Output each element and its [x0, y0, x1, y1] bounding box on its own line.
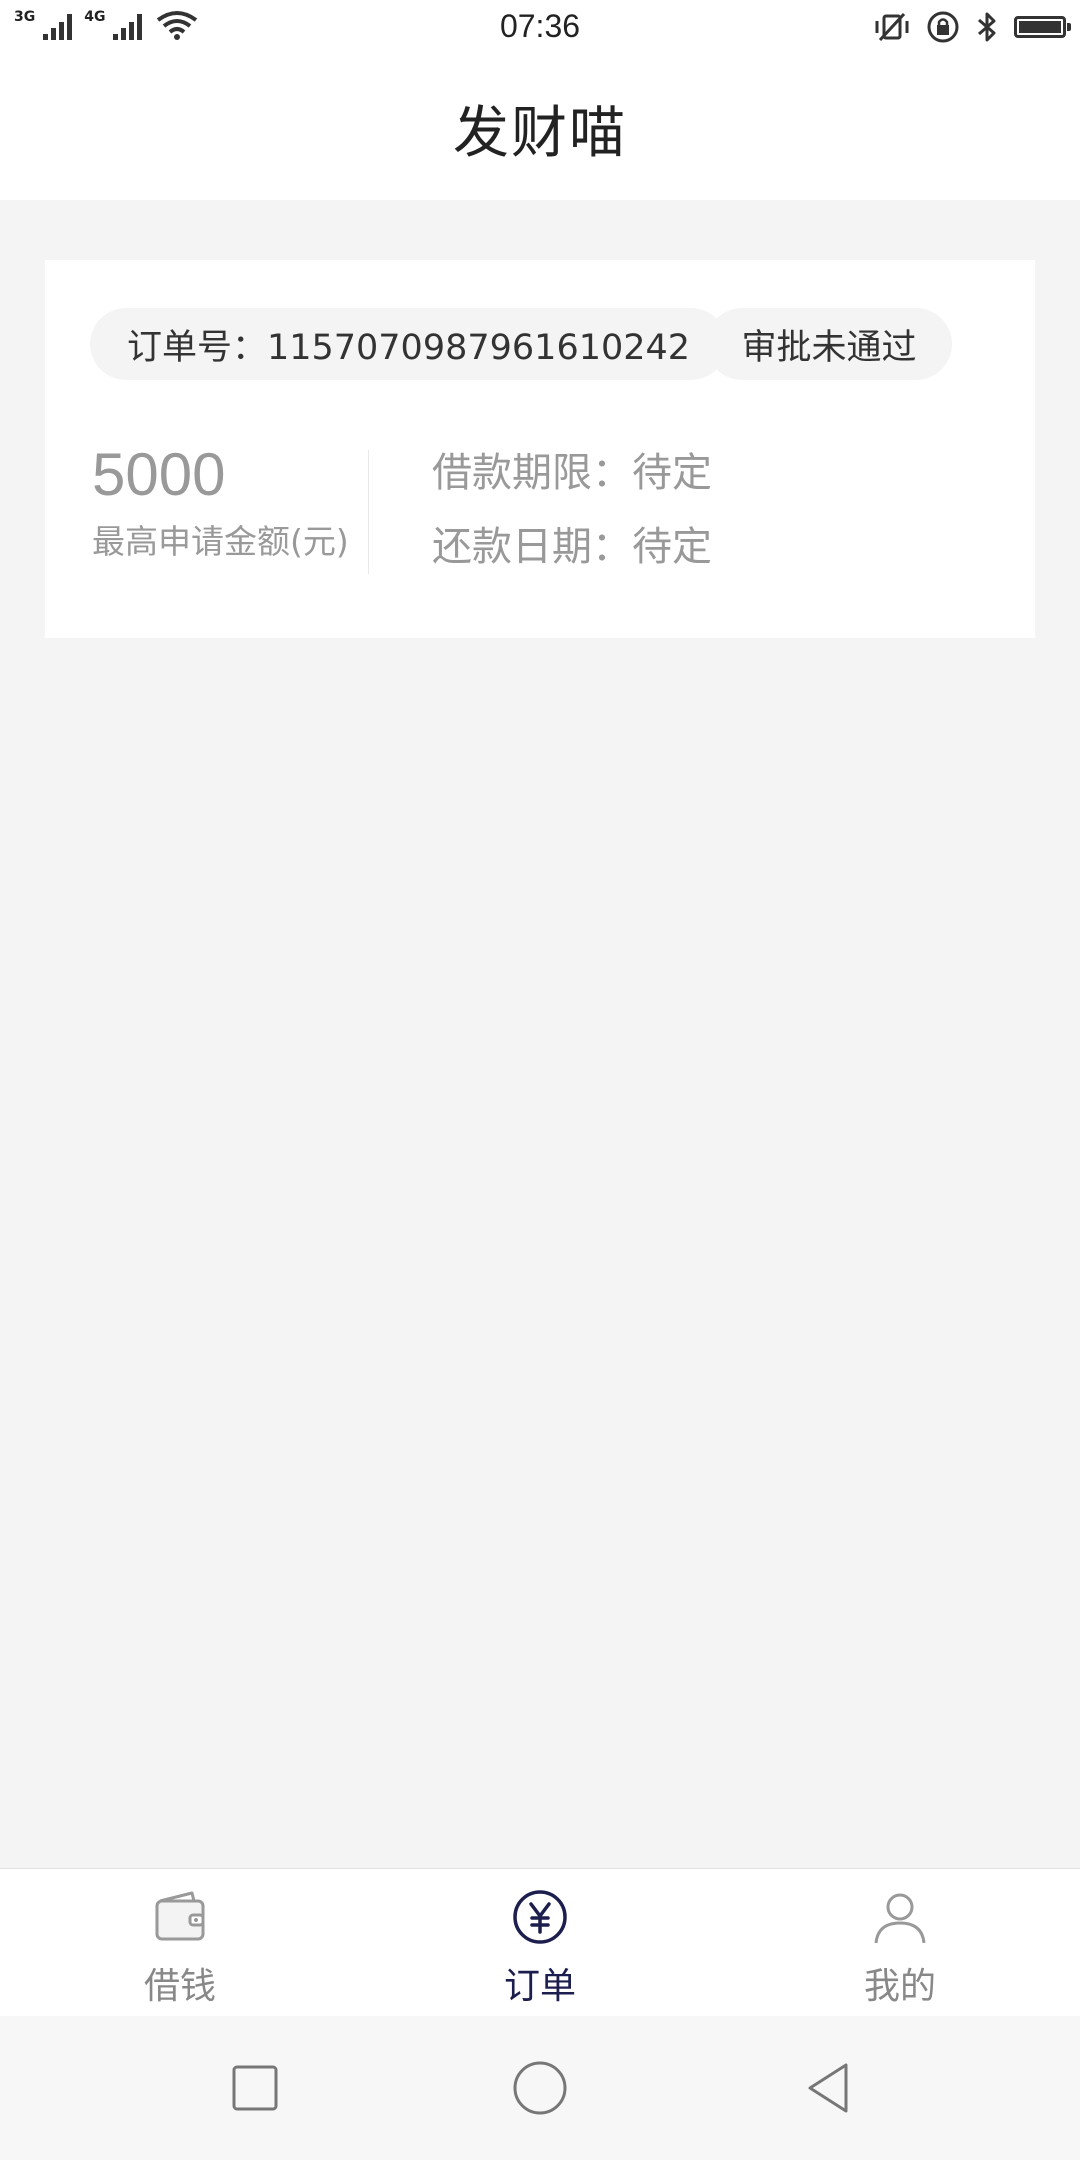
- battery-icon: [1014, 16, 1071, 38]
- repay-date: 还款日期：待定: [432, 524, 712, 570]
- vertical-divider: [368, 450, 369, 574]
- amount-block: 5000 最高申请金额(元): [92, 440, 357, 562]
- home-icon[interactable]: [510, 2058, 570, 2118]
- system-nav-bar: [0, 2016, 1080, 2160]
- order-number-text: 订单号：1157070987961610242: [126, 327, 691, 368]
- amount-label: 最高申请金额(元): [92, 522, 349, 561]
- recent-apps-icon[interactable]: [225, 2058, 285, 2118]
- order-card[interactable]: 订单号：1157070987961610242 审批未通过 5000 最高申请金…: [45, 260, 1035, 638]
- loan-term: 借款期限：待定: [432, 450, 712, 496]
- rotation-lock-icon: [927, 11, 959, 43]
- tab-mine[interactable]: 我的: [720, 1869, 1080, 2017]
- status-bar: 3G 4G 07:36: [0, 0, 1080, 56]
- yuan-circle-icon: [513, 1890, 567, 1944]
- wallet-icon: [155, 1891, 205, 1941]
- bluetooth-icon: [978, 12, 996, 42]
- app-screen: 3G 4G 07:36 发财喵 订单号：1157070987961610242 …: [0, 0, 1080, 2160]
- person-icon: [874, 1893, 926, 1944]
- amount-value: 5000: [92, 441, 226, 508]
- order-number-pill: 订单号：1157070987961610242: [90, 308, 727, 380]
- title-bar: 发财喵: [0, 56, 1080, 200]
- page-title: 发财喵: [453, 100, 627, 166]
- vibrate-mute-icon: [875, 12, 909, 42]
- tab-label: 借钱: [143, 1966, 216, 2007]
- bottom-tab-bar: 借钱 订单 我的: [0, 1868, 1080, 2017]
- tab-label: 我的: [863, 1966, 936, 2007]
- tab-label: 订单: [503, 1966, 576, 2007]
- order-status-text: 审批未通过: [741, 327, 917, 368]
- tab-borrow[interactable]: 借钱: [0, 1869, 360, 2017]
- loan-info: 借款期限：待定 还款日期：待定: [432, 448, 712, 596]
- order-status-badge: 审批未通过: [706, 308, 952, 380]
- status-right: [874, 10, 1071, 44]
- tab-orders[interactable]: 订单: [360, 1869, 720, 2017]
- back-icon[interactable]: [800, 2058, 860, 2118]
